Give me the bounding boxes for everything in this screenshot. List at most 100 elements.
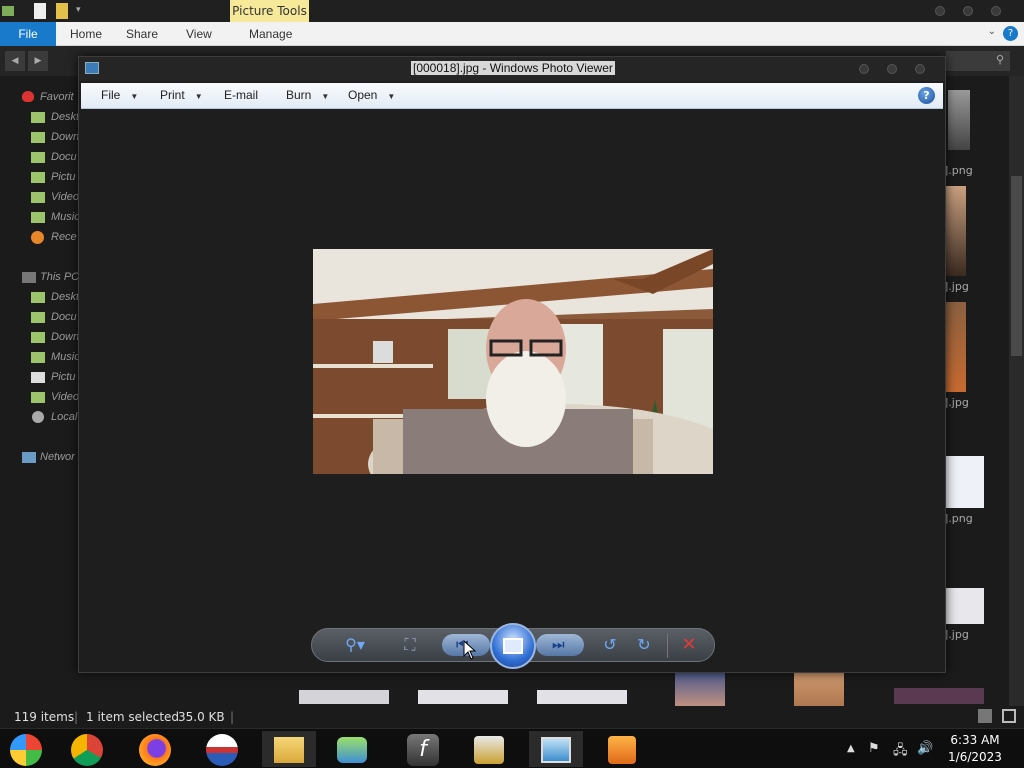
back-button[interactable]: ◀ [5,51,25,71]
chevron-down-icon: ▼ [387,92,396,101]
recent-places-icon [31,231,44,244]
rotate-counterclockwise-icon[interactable]: ↺ [598,633,622,657]
delete-icon[interactable]: ✕ [676,633,702,657]
desktop-folder-icon [31,292,45,303]
action-center-flag-icon[interactable]: ⚑ [868,741,880,756]
explorer-app-icon [2,6,14,16]
viewer-maximize-button[interactable] [887,64,897,74]
taskbar-photo-viewer[interactable] [529,731,583,767]
zoom-icon[interactable]: ⚲▾ [338,633,372,657]
photo-viewer-icon [541,737,571,763]
ribbon-tabs: File Home Share View Manage ⌄ ? [0,22,1024,46]
taskbar-file-explorer[interactable] [262,731,316,767]
menu-burn[interactable]: Burn ▼ [286,88,329,102]
pictures-folder-icon [31,372,45,383]
documents-folder-icon [31,152,45,163]
tab-share[interactable]: Share [126,22,158,46]
new-folder-icon[interactable] [56,3,68,19]
file-thumbnail[interactable] [418,690,508,704]
taskbar-media-player[interactable] [595,731,649,767]
network-icon [22,452,36,463]
scrollbar-thumb[interactable] [1011,176,1022,356]
photo-viewer-menubar: File ▼ Print ▼ E-mail Burn ▼ Open ▼ ? [81,83,943,109]
help-icon[interactable]: ? [1003,26,1018,41]
mouse-cursor-icon [463,640,477,660]
videos-folder-icon [31,392,45,403]
file-thumbnail[interactable] [946,456,984,508]
desktop-screen: ▾ Picture Tools File Home Share View Man… [0,0,1024,768]
viewer-help-icon[interactable]: ? [918,87,935,104]
search-box[interactable]: ⚲ [946,51,1010,71]
rotate-clockwise-icon[interactable]: ↻ [632,633,656,657]
photo-viewer-titlebar[interactable]: [000018].jpg - Windows Photo Viewer [79,57,945,81]
taskbar-utility[interactable] [462,731,516,767]
selected-count: 1 item selected [86,710,180,724]
file-thumbnail[interactable] [675,672,725,706]
next-button[interactable]: ⏭ [536,634,584,656]
file-thumbnail[interactable] [946,302,966,392]
slide-show-button[interactable] [490,623,536,669]
slide-show-icon [503,638,523,654]
file-thumbnail[interactable] [537,690,627,704]
file-thumbnail[interactable] [946,588,984,624]
customize-toolbar-chevron-icon[interactable]: ▾ [76,5,90,21]
search-icon: ⚲ [995,53,1004,66]
chrome-icon [71,734,103,766]
next-icon: ⏭ [552,637,565,653]
clock[interactable]: 6:33 AM 1/6/2023 [930,732,1020,766]
taskbar-obama-logo-app[interactable] [195,731,249,767]
taskbar: f ▲ ⚑ 🖧 🔊 6:33 AM 1/6/2023 [0,728,1024,768]
videos-folder-icon [31,192,45,203]
menu-open[interactable]: Open ▼ [348,88,395,102]
tab-view[interactable]: View [186,22,212,46]
picture-tools-context-tab: Picture Tools [230,0,309,22]
desktop-folder-icon [31,112,45,123]
vertical-scrollbar[interactable] [1009,76,1024,706]
details-view-icon[interactable] [978,709,992,723]
taskbar-firefox[interactable] [128,731,182,767]
menu-file[interactable]: File ▼ [101,88,138,102]
documents-folder-icon [31,312,45,323]
properties-icon[interactable] [34,3,46,19]
maximize-button[interactable] [963,6,973,16]
network-icon[interactable]: 🖧 [893,741,908,763]
clock-time: 6:33 AM [950,733,1000,747]
window-title: [000018].jpg - Windows Photo Viewer [411,61,615,75]
menu-print[interactable]: Print ▼ [160,88,203,102]
viewer-minimize-button[interactable] [859,64,869,74]
large-icons-view-icon[interactable] [1002,709,1016,723]
minimize-button[interactable] [935,6,945,16]
selected-size: 35.0 KB [178,710,225,724]
forward-button[interactable]: ▶ [28,51,48,71]
this-pc-icon [22,272,36,283]
actual-size-icon[interactable]: ⛶ [396,633,424,657]
taskbar-flash[interactable]: f [396,731,450,767]
close-button[interactable] [991,6,1001,16]
chevron-down-icon: ▼ [194,92,203,101]
show-hidden-icons-icon[interactable]: ▲ [847,743,855,754]
taskbar-network-app[interactable] [325,731,379,767]
downloads-folder-icon [31,332,45,343]
tab-manage[interactable]: Manage [249,22,292,46]
viewer-close-button[interactable] [915,64,925,74]
campaign-logo-icon [206,734,238,766]
status-separator: | [74,710,79,724]
tab-home[interactable]: Home [70,22,102,46]
expand-ribbon-chevron-icon[interactable]: ⌄ [988,26,996,37]
tab-file[interactable]: File [0,22,56,46]
explorer-titlebar: ▾ Picture Tools [0,0,1024,22]
network-app-icon [337,737,367,763]
menu-email[interactable]: E-mail [224,88,258,102]
file-thumbnail[interactable] [894,688,984,704]
taskbar-chrome[interactable] [60,731,114,767]
file-thumbnail[interactable] [946,186,966,276]
photo-viewer-app-icon [85,62,99,74]
control-divider [667,634,668,658]
start-button[interactable] [0,731,54,767]
file-thumbnail[interactable] [794,672,844,706]
file-thumbnail[interactable] [299,690,389,704]
clock-date: 1/6/2023 [948,750,1002,764]
file-thumbnail[interactable] [948,90,970,150]
chevron-down-icon: ▼ [321,92,330,101]
favorites-heart-icon [22,91,34,102]
